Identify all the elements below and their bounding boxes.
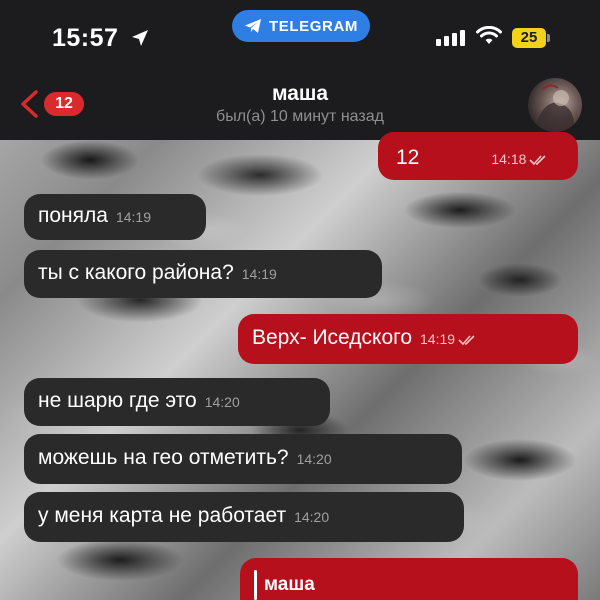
message-bubble-incoming[interactable]: можешь на гео отметить? 14:20 xyxy=(24,434,462,484)
message-time: 14:19 xyxy=(241,266,277,282)
message-text: не шарю где это xyxy=(38,389,197,412)
avatar-image xyxy=(538,84,574,132)
chat-header: 15:57 TELEGRAM 25 12 маша был(а) 10 мину… xyxy=(0,0,600,140)
cellular-signal-icon xyxy=(436,30,465,46)
message-text: поняла xyxy=(38,204,108,227)
message-bubble-incoming[interactable]: не шарю где это 14:20 xyxy=(24,378,330,426)
double-check-icon xyxy=(458,335,475,346)
battery-indicator: 25 xyxy=(512,28,546,48)
message-time: 14:20 xyxy=(204,394,240,410)
message-bubble-outgoing[interactable]: Верх- Иседского 14:19 xyxy=(238,314,578,364)
message-bubble-incoming[interactable]: поняла 14:19 xyxy=(24,194,206,240)
last-seen-status: был(а) 10 минут назад xyxy=(216,108,384,125)
message-time: 14:20 xyxy=(294,509,330,525)
message-text: 12 xyxy=(396,146,420,169)
double-check-icon xyxy=(529,155,546,166)
message-text: ты с какого района? xyxy=(38,261,234,284)
location-arrow-icon xyxy=(132,30,148,46)
telegram-plane-icon xyxy=(245,19,262,33)
telegram-pill-label: TELEGRAM xyxy=(269,17,358,35)
reply-quote-bar xyxy=(254,570,257,600)
message-bubble-incoming[interactable]: у меня карта не работает 14:20 xyxy=(24,492,464,542)
reply-author-name: маша xyxy=(264,574,315,595)
message-text: у меня карта не работает xyxy=(38,504,287,527)
message-time: 14:19 xyxy=(420,331,456,347)
message-bubble-outgoing-reply[interactable]: маша xyxy=(240,558,578,600)
chat-title[interactable]: маша xyxy=(0,82,600,106)
message-time: 14:19 xyxy=(115,209,151,225)
status-time: 15:57 xyxy=(52,24,119,52)
message-text: можешь на гео отметить? xyxy=(38,446,289,469)
telegram-status-pill[interactable]: TELEGRAM xyxy=(232,10,370,42)
message-bubble-incoming[interactable]: ты с какого района? 14:19 xyxy=(24,250,382,298)
message-time: 14:20 xyxy=(296,451,332,467)
message-time: 14:18 xyxy=(491,151,527,167)
wifi-icon xyxy=(476,26,502,44)
message-text: Верх- Иседского xyxy=(252,326,413,349)
battery-tip xyxy=(547,34,550,42)
avatar[interactable] xyxy=(528,78,582,132)
message-bubble-outgoing[interactable]: 12 14:18 xyxy=(378,132,578,180)
